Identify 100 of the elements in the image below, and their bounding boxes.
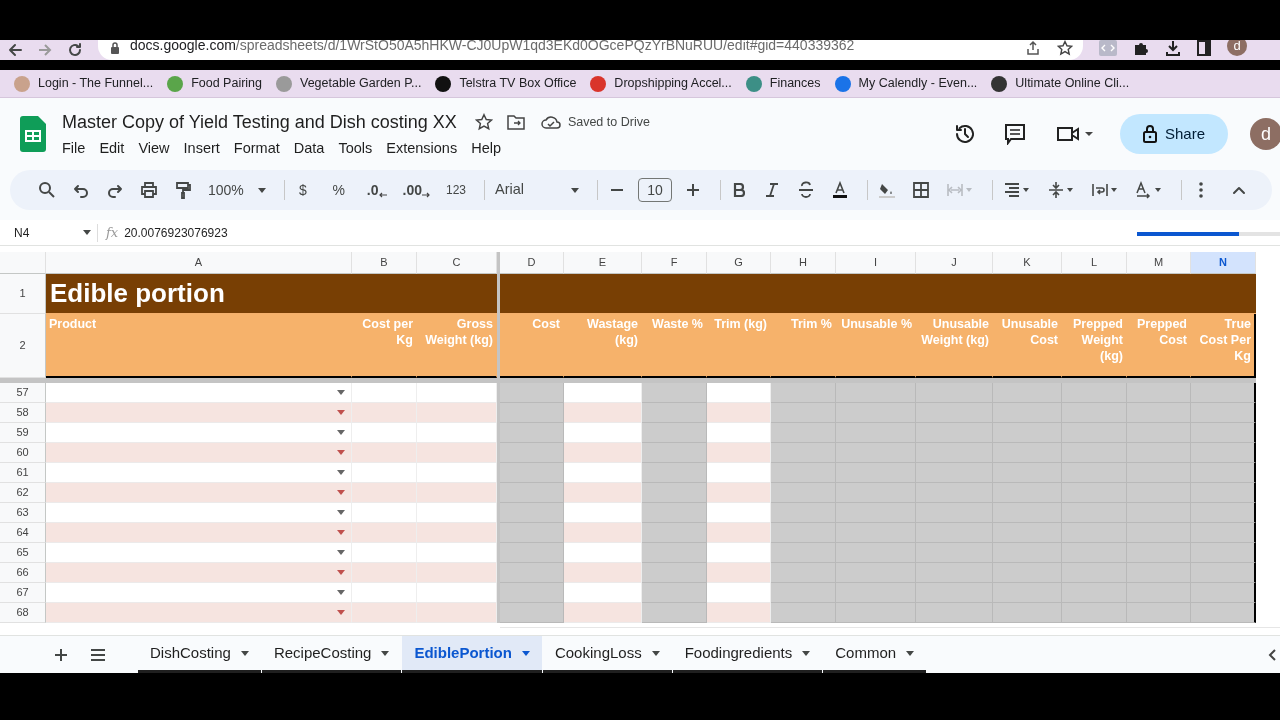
caret-icon[interactable] <box>337 510 345 515</box>
table-cell[interactable] <box>642 563 707 583</box>
address-bar[interactable]: docs.google.com/spreadsheets/d/1WrStO50A5hHKW-CJ0UpW1qd3EKd0OGcePQzYrBNuRUU/edit#gid=440339362 <box>98 40 1083 60</box>
table-cell[interactable] <box>642 543 707 563</box>
menu-item[interactable]: Edit <box>99 137 134 160</box>
menu-item[interactable]: Data <box>293 137 334 160</box>
table-cell[interactable] <box>1191 583 1256 603</box>
row-number[interactable]: 61 <box>0 463 46 483</box>
merge-cells-icon[interactable] <box>946 181 974 199</box>
column-header[interactable]: M <box>1127 252 1191 274</box>
table-cell[interactable] <box>500 523 564 543</box>
menu-icon[interactable] <box>90 648 106 661</box>
table-cell[interactable] <box>500 463 564 483</box>
table-cell[interactable] <box>1191 403 1256 423</box>
column-header[interactable]: K <box>993 252 1062 274</box>
table-cell[interactable] <box>500 483 564 503</box>
history-icon[interactable] <box>954 123 976 145</box>
row-number[interactable]: 1 <box>0 274 46 314</box>
font-size-field[interactable]: 10 <box>638 178 672 202</box>
more-formats-button[interactable]: 123 <box>441 176 470 204</box>
account-avatar[interactable]: d <box>1250 118 1280 150</box>
menu-item[interactable]: View <box>138 137 179 160</box>
table-cell[interactable] <box>642 523 707 543</box>
column-header[interactable]: D <box>500 252 564 274</box>
comment-icon[interactable] <box>1004 123 1026 145</box>
menu-item[interactable]: Help <box>471 137 510 160</box>
row-number[interactable]: 66 <box>0 563 46 583</box>
table-cell[interactable] <box>771 503 836 523</box>
cloud-check-icon[interactable] <box>540 114 561 131</box>
table-cell[interactable] <box>500 603 564 623</box>
table-cell[interactable] <box>1127 603 1191 623</box>
dropdown-cell[interactable] <box>46 443 352 463</box>
table-cell[interactable] <box>642 443 707 463</box>
table-cell[interactable] <box>1191 523 1256 543</box>
caret-icon[interactable] <box>337 430 345 435</box>
search-icon[interactable] <box>38 181 56 199</box>
table-cell[interactable] <box>1191 503 1256 523</box>
italic-icon[interactable] <box>763 181 781 199</box>
bookmark[interactable]: Telstra TV Box Office <box>435 74 577 93</box>
select-all-corner[interactable] <box>0 252 46 274</box>
add-sheet-icon[interactable] <box>54 647 68 662</box>
chevron-left-icon[interactable] <box>1268 648 1276 661</box>
table-cell[interactable] <box>642 503 707 523</box>
back-icon[interactable] <box>7 42 23 58</box>
column-header[interactable]: N <box>1191 252 1256 274</box>
bookmark[interactable]: Ultimate Online Cli... <box>991 74 1130 93</box>
column-header[interactable]: B <box>352 252 417 274</box>
row-number[interactable]: 67 <box>0 583 46 603</box>
text-wrap-icon[interactable] <box>1091 181 1119 199</box>
menu-item[interactable]: Extensions <box>386 137 467 160</box>
table-cell[interactable] <box>771 563 836 583</box>
bookmark[interactable]: Vegetable Garden P... <box>276 74 422 93</box>
dropdown-cell[interactable] <box>46 403 352 423</box>
zoom-select[interactable]: 100% <box>204 176 270 204</box>
dropdown-cell[interactable] <box>46 523 352 543</box>
print-icon[interactable] <box>140 181 158 199</box>
table-cell[interactable] <box>771 443 836 463</box>
column-header[interactable]: L <box>1062 252 1127 274</box>
table-cell[interactable] <box>771 423 836 443</box>
decrease-decimal-button[interactable]: .0 <box>362 176 391 204</box>
reload-icon[interactable] <box>67 42 83 58</box>
puzzle-icon[interactable] <box>1133 40 1149 56</box>
share-page-icon[interactable] <box>1025 40 1041 56</box>
row-number[interactable]: 68 <box>0 603 46 623</box>
formula-value[interactable]: 20.0076923076923 <box>124 223 228 242</box>
row-number[interactable]: 57 <box>0 383 46 403</box>
currency-button[interactable]: $ <box>290 176 315 204</box>
name-box[interactable]: N4 <box>14 223 98 242</box>
column-header[interactable]: C <box>417 252 497 274</box>
table-cell[interactable] <box>836 603 916 623</box>
table-cell[interactable] <box>771 463 836 483</box>
dropdown-cell[interactable] <box>46 483 352 503</box>
table-cell[interactable] <box>642 583 707 603</box>
table-cell[interactable] <box>1191 383 1256 403</box>
caret-icon[interactable] <box>337 550 345 555</box>
table-cell[interactable] <box>642 603 707 623</box>
menu-item[interactable]: Insert <box>183 137 229 160</box>
profile-avatar[interactable]: d <box>1227 40 1247 56</box>
table-cell[interactable] <box>500 503 564 523</box>
table-cell[interactable] <box>642 463 707 483</box>
sheet-tab[interactable]: EdiblePortion <box>402 636 542 673</box>
table-cell[interactable] <box>1191 483 1256 503</box>
strikethrough-icon[interactable] <box>797 181 815 199</box>
table-cell[interactable] <box>642 483 707 503</box>
table-cell[interactable] <box>1062 603 1127 623</box>
column-header[interactable]: A <box>46 252 352 274</box>
caret-icon[interactable] <box>337 570 345 575</box>
plus-icon[interactable] <box>684 181 702 199</box>
text-rotation-icon[interactable] <box>1135 181 1163 199</box>
dropdown-cell[interactable] <box>46 563 352 583</box>
column-header[interactable]: J <box>916 252 993 274</box>
table-cell[interactable] <box>500 443 564 463</box>
bookmark[interactable]: Dropshipping Accel... <box>590 74 732 93</box>
forward-icon[interactable] <box>37 42 53 58</box>
code-icon[interactable] <box>1099 40 1117 56</box>
dropdown-cell[interactable] <box>46 603 352 623</box>
star-icon[interactable] <box>1057 40 1073 56</box>
table-cell[interactable] <box>500 274 1256 314</box>
increase-decimal-button[interactable]: .00 <box>398 176 434 204</box>
table-cell[interactable] <box>500 423 564 443</box>
